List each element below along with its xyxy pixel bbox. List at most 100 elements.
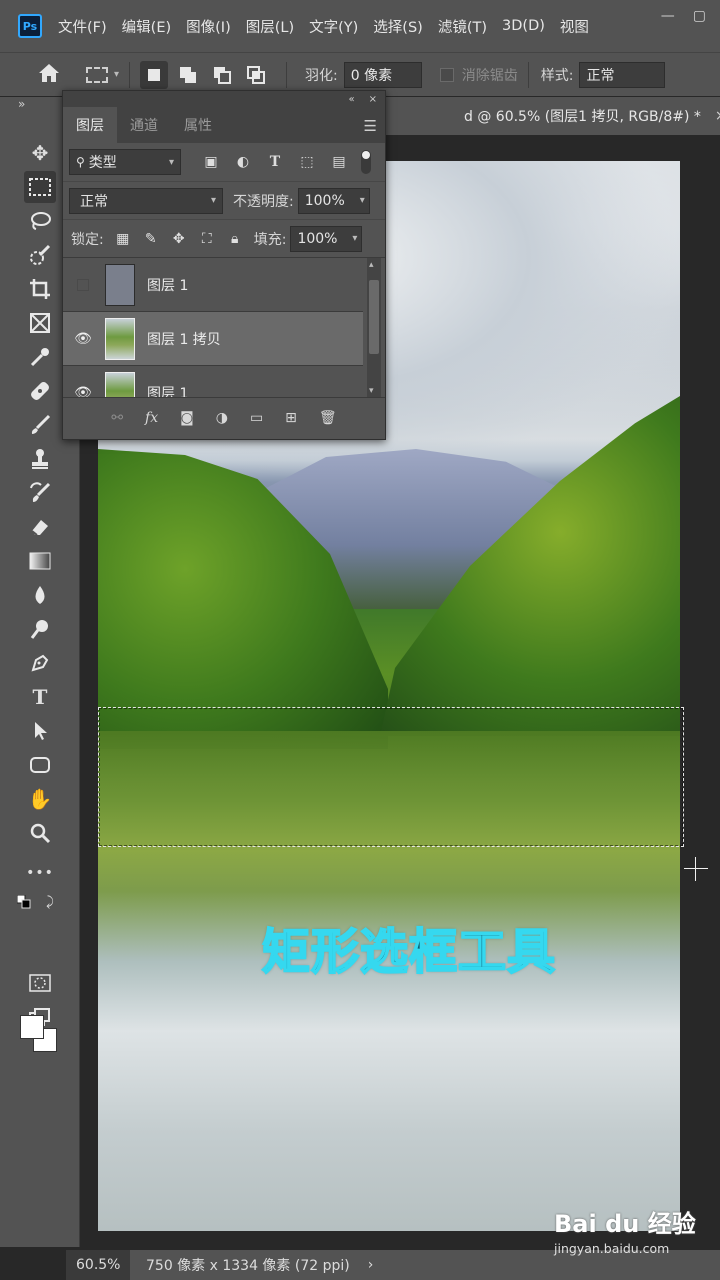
subtract-selection-icon <box>214 66 232 84</box>
foreground-color-swatch[interactable] <box>20 1015 44 1039</box>
smart-object-filter-icon[interactable]: ▤ <box>331 154 347 170</box>
blur-tool-icon[interactable] <box>24 579 56 611</box>
swap-colors-icon[interactable]: ⤸ <box>40 892 60 912</box>
rectangle-tool-icon[interactable] <box>24 749 56 781</box>
tab-channels[interactable]: 通道 <box>117 107 171 143</box>
adjustment-layer-icon[interactable]: ◑ <box>216 410 228 426</box>
layer-filter-select[interactable]: ⚲ 类型 ▾ <box>69 149 181 175</box>
collapse-panel-icon[interactable]: « <box>348 94 354 105</box>
link-layers-icon[interactable]: ⚯ <box>111 410 123 426</box>
menu-select[interactable]: 选择(S) <box>373 16 423 37</box>
lock-row: 锁定: ▦ ✎ ✥ ⛶ 🔒︎ 填充: 100% ▾ <box>63 219 385 257</box>
lock-position-icon[interactable]: ✥ <box>170 231 188 247</box>
layer-row[interactable]: 👁︎ 图层 1 <box>63 366 363 397</box>
zoom-level-field[interactable]: 60.5% <box>66 1250 130 1280</box>
visibility-toggle[interactable] <box>63 278 103 291</box>
antialias-checkbox[interactable] <box>439 67 454 82</box>
feather-input[interactable]: 0 像素 <box>343 61 422 88</box>
chevron-down-icon[interactable]: ▾ <box>369 386 374 396</box>
add-mask-icon[interactable]: ◙ <box>180 410 194 426</box>
marquee-selection[interactable] <box>98 707 684 847</box>
menu-file[interactable]: 文件(F) <box>58 16 107 37</box>
adjustment-filter-icon[interactable]: ◐ <box>235 154 251 170</box>
eraser-tool-icon[interactable] <box>24 511 56 543</box>
zoom-tool-icon[interactable] <box>24 817 56 849</box>
chevron-down-icon[interactable]: ▾ <box>114 69 119 80</box>
type-filter-icon[interactable]: T <box>267 154 283 170</box>
dodge-tool-icon[interactable] <box>24 613 56 645</box>
fill-value: 100% <box>297 230 338 247</box>
panel-menu-icon[interactable]: ☰ <box>364 117 377 135</box>
expand-panel-icon[interactable]: » <box>18 97 25 111</box>
quick-selection-tool-icon[interactable] <box>24 239 56 271</box>
blend-mode-select[interactable]: 正常 ▾ <box>69 187 223 214</box>
new-layer-icon[interactable]: ⊞ <box>285 410 297 426</box>
chevron-down-icon: ▾ <box>210 195 216 206</box>
chevron-right-icon[interactable]: › <box>368 1257 374 1273</box>
fx-icon[interactable]: fx <box>145 410 158 426</box>
menu-image[interactable]: 图像(I) <box>186 16 231 37</box>
tab-properties[interactable]: 属性 <box>171 107 225 143</box>
menu-edit[interactable]: 编辑(E) <box>122 16 171 37</box>
new-group-icon[interactable]: ▭ <box>250 410 263 426</box>
lock-pixels-icon[interactable]: ✎ <box>142 231 160 247</box>
intersect-selection-button[interactable] <box>242 61 270 89</box>
pixel-filter-icon[interactable]: ▣ <box>203 154 219 170</box>
lock-transparent-icon[interactable]: ▦ <box>114 231 132 247</box>
crop-tool-icon[interactable] <box>24 273 56 305</box>
move-tool-icon[interactable]: ✥ <box>24 137 56 169</box>
eyedropper-tool-icon[interactable] <box>24 341 56 373</box>
filter-toggle[interactable] <box>361 150 371 174</box>
subtract-from-selection-button[interactable] <box>208 61 236 89</box>
hand-tool-icon[interactable]: ✋ <box>24 783 56 815</box>
quick-mask-icon[interactable] <box>24 967 56 999</box>
opacity-field[interactable]: 100% ▾ <box>297 187 370 214</box>
minimize-button[interactable]: — <box>661 8 675 24</box>
rectangular-marquee-tool-icon[interactable] <box>24 171 56 203</box>
new-selection-button[interactable] <box>140 60 169 89</box>
history-brush-tool-icon[interactable] <box>24 477 56 509</box>
add-to-selection-button[interactable] <box>174 61 202 89</box>
layer-row[interactable]: 图层 1 <box>63 258 363 312</box>
trash-icon[interactable]: 🗑︎ <box>319 410 337 426</box>
shape-filter-icon[interactable]: ⬚ <box>299 154 315 170</box>
menu-view[interactable]: 视图 <box>560 16 589 37</box>
visibility-toggle[interactable]: 👁︎ <box>63 331 103 347</box>
healing-brush-tool-icon[interactable] <box>24 375 56 407</box>
layer-row[interactable]: 👁︎ 图层 1 拷贝 <box>63 312 363 366</box>
lock-artboard-icon[interactable]: ⛶ <box>198 231 216 247</box>
fill-field[interactable]: 100% ▾ <box>290 225 363 252</box>
lock-all-icon[interactable]: 🔒︎ <box>226 231 244 247</box>
edit-toolbar-icon[interactable]: ••• <box>24 857 56 889</box>
clone-stamp-tool-icon[interactable] <box>24 443 56 475</box>
menu-filter[interactable]: 滤镜(T) <box>438 16 487 37</box>
close-panel-icon[interactable]: × <box>369 94 377 105</box>
frame-tool-icon[interactable] <box>24 307 56 339</box>
blend-row: 正常 ▾ 不透明度: 100% ▾ <box>63 181 385 219</box>
document-tab[interactable]: d @ 60.5% (图层1 拷贝, RGB/8#) * × <box>380 97 720 135</box>
lasso-tool-icon[interactable] <box>24 205 56 237</box>
gradient-tool-icon[interactable] <box>24 545 56 577</box>
menu-layer[interactable]: 图层(L) <box>246 16 294 37</box>
panel-tabs: 图层 通道 属性 ☰ <box>63 107 385 143</box>
brush-tool-icon[interactable] <box>24 409 56 441</box>
default-colors-icon[interactable] <box>14 892 34 912</box>
home-icon[interactable] <box>38 63 60 87</box>
close-icon[interactable]: × <box>715 108 720 124</box>
scroll-thumb[interactable] <box>369 280 379 354</box>
visibility-off-icon <box>77 278 89 291</box>
layers-scrollbar[interactable]: ▴ ▾ <box>367 258 381 397</box>
visibility-toggle[interactable]: 👁︎ <box>63 385 103 398</box>
path-selection-tool-icon[interactable] <box>24 715 56 747</box>
chevron-up-icon[interactable]: ▴ <box>369 260 374 270</box>
marquee-preset-icon[interactable] <box>86 66 108 83</box>
type-tool-icon[interactable]: T <box>24 681 56 713</box>
menu-bar: Ps 文件(F) 编辑(E) 图像(I) 图层(L) 文字(Y) 选择(S) 滤… <box>0 0 720 52</box>
maximize-button[interactable]: ▢ <box>693 8 706 24</box>
document-info: 750 像素 x 1334 像素 (72 ppi) <box>146 1258 350 1274</box>
menu-3d[interactable]: 3D(D) <box>502 18 545 34</box>
style-select[interactable]: 正常 <box>579 61 666 88</box>
tab-layers[interactable]: 图层 <box>63 107 117 143</box>
menu-type[interactable]: 文字(Y) <box>309 16 358 37</box>
pen-tool-icon[interactable] <box>24 647 56 679</box>
